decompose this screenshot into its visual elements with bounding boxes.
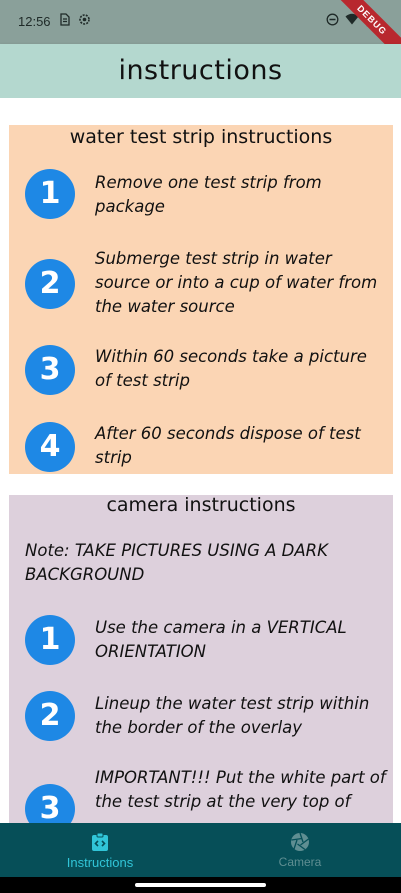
- bottom-nav: Instructions Camera: [0, 823, 401, 877]
- step-text: Use the camera in a VERTICAL ORIENTATION: [95, 618, 347, 661]
- step-number-badge: 2: [25, 259, 75, 309]
- instructions-icon: [90, 832, 110, 852]
- home-gesture-handle[interactable]: [135, 883, 266, 887]
- camera-aperture-icon: [290, 832, 310, 852]
- step-text: Submerge test strip in water source or i…: [95, 249, 378, 316]
- status-bar: 12:56 DEBUG: [0, 0, 401, 65]
- sim-icon: [59, 13, 70, 29]
- step-text: Within 60 seconds take a picture of test…: [95, 347, 367, 390]
- nav-label-camera: Camera: [278, 855, 322, 869]
- step-number-badge: 3: [25, 784, 75, 823]
- status-time: 12:56: [18, 14, 51, 29]
- step-number-badge: 1: [25, 615, 75, 665]
- instructions-scroll-view[interactable]: water test strip instructions 1 Remove o…: [0, 98, 401, 823]
- strip-card-title: water test strip instructions: [69, 126, 333, 148]
- step-number-badge: 3: [25, 345, 75, 395]
- gesture-navigation-bar: [0, 877, 401, 893]
- strip-instructions-card: water test strip instructions 1 Remove o…: [9, 125, 393, 474]
- step-number-badge: 4: [25, 422, 75, 472]
- camera-note: Note: TAKE PICTURES USING A DARK BACKGRO…: [25, 541, 328, 584]
- nav-item-instructions[interactable]: Instructions: [0, 823, 200, 877]
- step-text: IMPORTANT!!! Put the white part of the t…: [95, 768, 386, 811]
- step-text: Lineup the water test strip within the b…: [95, 694, 370, 737]
- step-text: After 60 seconds dispose of test strip: [95, 424, 361, 467]
- dnd-icon: [326, 13, 339, 29]
- camera-instructions-card: camera instructions Note: TAKE PICTURES …: [9, 494, 393, 823]
- nav-item-camera[interactable]: Camera: [200, 823, 400, 877]
- step-text: Remove one test strip from package: [95, 173, 322, 216]
- page-title: instructions: [118, 55, 283, 86]
- step-number-badge: 1: [25, 169, 75, 219]
- app-bar: instructions: [0, 44, 401, 98]
- camera-card-title: camera instructions: [106, 494, 296, 516]
- step-number-badge: 2: [25, 691, 75, 741]
- nav-label-instructions: Instructions: [66, 855, 134, 870]
- settings-icon: [78, 13, 91, 29]
